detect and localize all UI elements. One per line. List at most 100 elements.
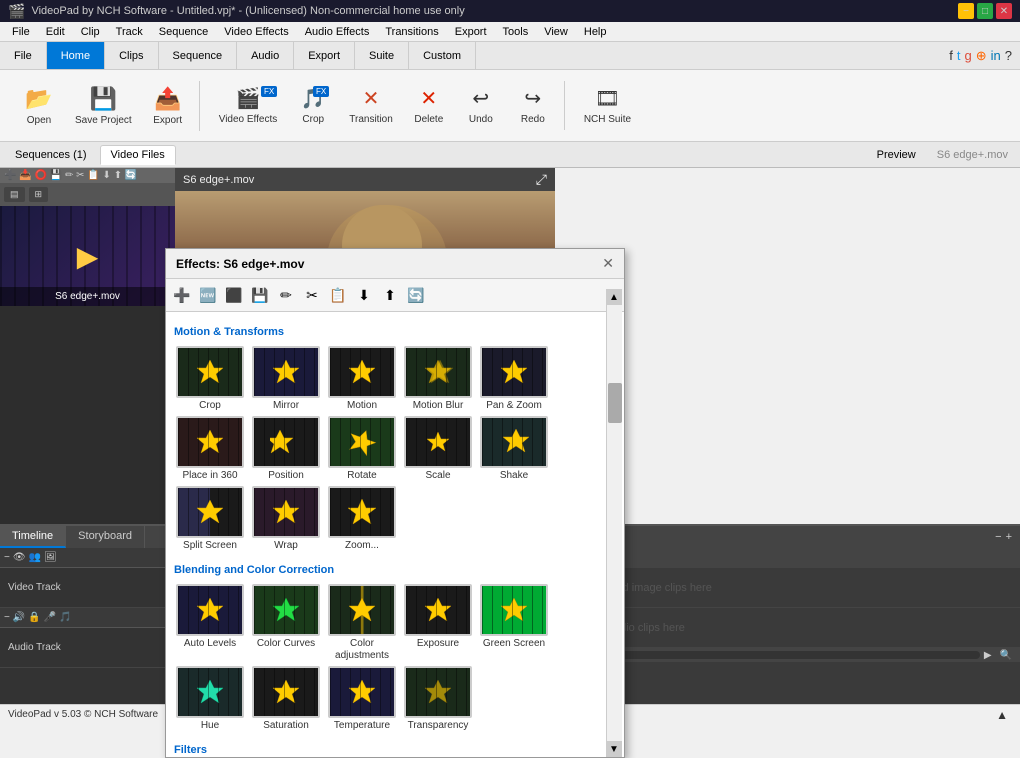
audio-ctrl-speaker[interactable]: 🔊 <box>13 612 25 623</box>
dialog-tool-edit[interactable]: ✏ <box>274 283 298 307</box>
minimize-button[interactable]: − <box>958 3 974 19</box>
effect-wrap[interactable]: Wrap <box>250 486 322 552</box>
effect-mirror[interactable]: Mirror <box>250 346 322 412</box>
tl-zoom-in[interactable]: + <box>1006 531 1012 543</box>
dialog-tool-save[interactable]: 💾 <box>248 283 272 307</box>
panel-record-btn[interactable]: ⭕ <box>34 170 46 181</box>
dialog-tool-select[interactable]: ⬛ <box>222 283 246 307</box>
audio-effects-button[interactable]: 🎵 FX Crop <box>288 81 338 130</box>
scroll-right-btn[interactable]: ▶ <box>980 650 996 661</box>
effect-color-adj[interactable]: Color adjustments <box>326 584 398 662</box>
open-button[interactable]: 📂 Open <box>14 81 64 131</box>
tab-video-files[interactable]: Video Files <box>100 145 176 165</box>
status-up-btn[interactable]: ▲ <box>996 708 1008 722</box>
audio-ctrl-mic[interactable]: 🎤 <box>44 612 56 623</box>
effect-motion[interactable]: Motion <box>326 346 398 412</box>
dialog-tool-refresh[interactable]: 🔄 <box>404 283 428 307</box>
video-thumbnail[interactable]: ▶ S6 edge+.mov <box>0 206 175 306</box>
social-icon-linkedin[interactable]: in <box>991 48 1001 63</box>
social-icon-rss[interactable]: ⊕ <box>976 48 987 64</box>
transition-button[interactable]: ✕ Transition <box>340 81 402 130</box>
menu-transitions[interactable]: Transitions <box>377 24 446 40</box>
panel-import-btn[interactable]: 📥 <box>19 170 31 181</box>
panel-edit-btn[interactable]: ✏ <box>65 170 73 181</box>
help-icon[interactable]: ? <box>1005 48 1012 63</box>
zoom-slider[interactable]: 🔍 <box>996 650 1016 661</box>
dialog-tool-up[interactable]: ⬆ <box>378 283 402 307</box>
menu-file[interactable]: File <box>4 24 38 40</box>
menu-edit[interactable]: Edit <box>38 24 73 40</box>
tl-ctrl-minus[interactable]: − <box>4 552 10 563</box>
dialog-close-button[interactable]: ✕ <box>602 255 614 272</box>
panel-up-btn[interactable]: ⬆ <box>114 170 122 181</box>
panel-cut-btn[interactable]: ✂ <box>76 170 84 181</box>
panel-refresh-btn[interactable]: 🔄 <box>125 170 137 181</box>
preview-expand-btn[interactable]: ⤢ <box>536 171 547 188</box>
effect-hue[interactable]: Hue <box>174 666 246 732</box>
redo-button[interactable]: ↪ Redo <box>508 81 558 130</box>
panel-save-btn[interactable]: 💾 <box>50 170 62 181</box>
close-button[interactable]: ✕ <box>996 3 1012 19</box>
panel-copy-btn[interactable]: 📋 <box>87 170 99 181</box>
effect-zoom[interactable]: Zoom... <box>326 486 398 552</box>
small-icon-1[interactable]: ▤ <box>4 187 25 202</box>
maximize-button[interactable]: □ <box>977 3 993 19</box>
menu-audio-effects[interactable]: Audio Effects <box>297 24 378 40</box>
scroll-thumb[interactable] <box>608 383 622 423</box>
menu-view[interactable]: View <box>536 24 576 40</box>
effect-rotate[interactable]: Rotate <box>326 416 398 482</box>
effect-pan-zoom[interactable]: Pan & Zoom <box>478 346 550 412</box>
tab-preview[interactable]: Preview <box>866 145 927 165</box>
effect-shake[interactable]: Shake <box>478 416 550 482</box>
effect-saturation[interactable]: Saturation <box>250 666 322 732</box>
tab-sequence[interactable]: Sequence <box>159 42 238 69</box>
menu-track[interactable]: Track <box>108 24 151 40</box>
delete-button[interactable]: ✕ Delete <box>404 81 454 130</box>
tab-home[interactable]: Home <box>47 42 105 69</box>
tab-file[interactable]: File <box>0 42 47 69</box>
nch-suite-button[interactable]: 🎞 NCH Suite <box>575 81 640 130</box>
social-icon-google[interactable]: g <box>965 48 972 63</box>
storyboard-tab[interactable]: Storyboard <box>66 526 145 548</box>
scroll-down-btn[interactable]: ▼ <box>606 741 622 757</box>
save-project-button[interactable]: 💾 Save Project <box>66 81 141 131</box>
effect-motion-blur[interactable]: Motion Blur <box>402 346 474 412</box>
effect-scale[interactable]: Scale <box>402 416 474 482</box>
effect-color-curves[interactable]: Color Curves <box>250 584 322 662</box>
audio-ctrl-music[interactable]: 🎵 <box>59 612 71 623</box>
effect-split-screen[interactable]: Split Screen <box>174 486 246 552</box>
panel-down-btn[interactable]: ⬇ <box>103 170 111 181</box>
tab-export[interactable]: Export <box>294 42 355 69</box>
video-effects-button[interactable]: 🎬 FX Video Effects <box>210 81 287 130</box>
effect-temperature[interactable]: Temperature <box>326 666 398 732</box>
tl-zoom-out[interactable]: − <box>995 531 1001 543</box>
scroll-up-btn[interactable]: ▲ <box>606 289 622 305</box>
menu-help[interactable]: Help <box>576 24 615 40</box>
tab-suite[interactable]: Suite <box>355 42 409 69</box>
social-icon-twitter[interactable]: t <box>957 48 961 63</box>
dialog-tool-down[interactable]: ⬇ <box>352 283 376 307</box>
menu-video-effects[interactable]: Video Effects <box>216 24 296 40</box>
tab-sequences[interactable]: Sequences (1) <box>4 145 98 165</box>
tab-clips[interactable]: Clips <box>105 42 158 69</box>
tab-audio[interactable]: Audio <box>237 42 294 69</box>
effect-crop[interactable]: Crop <box>174 346 246 412</box>
effect-transparency[interactable]: Transparency <box>402 666 474 732</box>
tl-ctrl-eye[interactable]: 👁 <box>13 552 26 563</box>
dialog-tool-copy[interactable]: 📋 <box>326 283 350 307</box>
menu-sequence[interactable]: Sequence <box>151 24 217 40</box>
effect-green-screen[interactable]: Green Screen <box>478 584 550 662</box>
small-icon-2[interactable]: ⊞ <box>29 187 49 202</box>
menu-tools[interactable]: Tools <box>495 24 537 40</box>
dialog-tool-cut[interactable]: ✂ <box>300 283 324 307</box>
menu-export[interactable]: Export <box>447 24 495 40</box>
export-button[interactable]: 📤 Export <box>143 81 193 131</box>
effect-auto-levels[interactable]: Auto Levels <box>174 584 246 662</box>
effect-exposure[interactable]: Exposure <box>402 584 474 662</box>
effect-place-360[interactable]: Place in 360 <box>174 416 246 482</box>
tab-custom[interactable]: Custom <box>409 42 476 69</box>
audio-ctrl-lock[interactable]: 🔒 <box>28 612 40 623</box>
menu-clip[interactable]: Clip <box>73 24 108 40</box>
undo-button[interactable]: ↩ Undo <box>456 81 506 130</box>
tl-ctrl-image[interactable]: 🖼 <box>44 552 57 563</box>
